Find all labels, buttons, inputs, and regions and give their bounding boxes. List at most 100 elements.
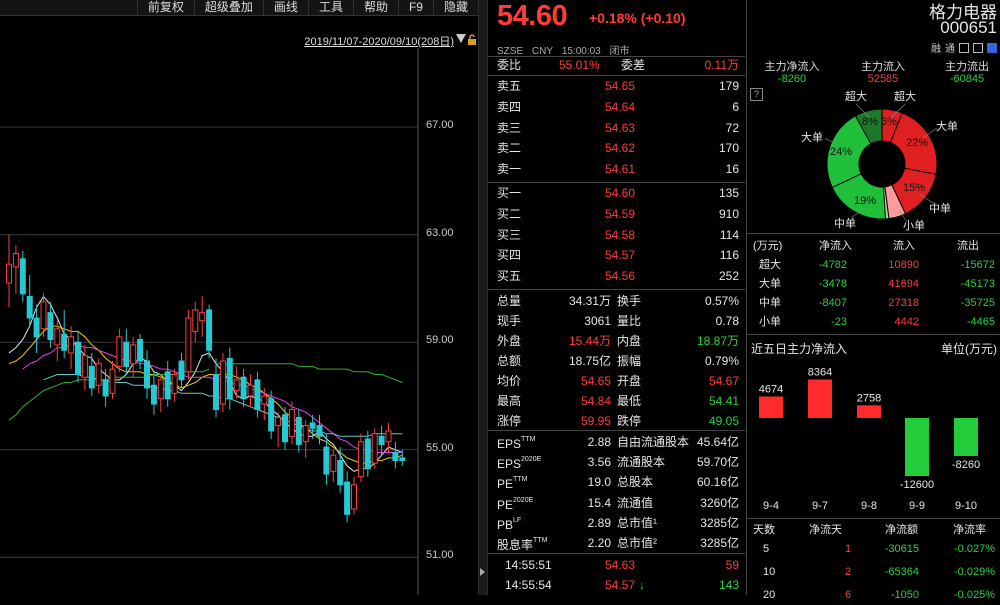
candle[interactable] [68,326,75,370]
candle[interactable] [185,309,192,380]
candle[interactable] [371,428,378,469]
period-table-row: 10 2 -65364 -0.029% [763,566,995,578]
candle[interactable] [233,366,240,399]
toolbar-button-4[interactable]: 帮助 [352,0,398,15]
five-day-date-label: 9-7 [812,500,828,512]
candle[interactable] [247,374,254,407]
fundamental-row: PE2020E 15.4 流通值 3260亿 [497,495,739,512]
candle[interactable] [275,412,282,448]
add-icon[interactable] [987,42,997,53]
donut-label: 中单 [834,217,856,230]
five-day-date-label: 9-8 [861,500,877,512]
window-icon[interactable] [973,42,983,53]
candle[interactable] [330,449,337,483]
divider [487,430,745,431]
toolbar-button-6[interactable]: 隐藏 [432,0,478,15]
book-row[interactable]: 卖四 54.64 6 [497,97,741,117]
candle[interactable] [351,476,357,515]
candle[interactable] [206,304,213,359]
candle[interactable] [19,250,26,302]
candle[interactable] [178,352,185,388]
candle[interactable] [254,371,261,418]
candle[interactable] [81,344,88,391]
candle[interactable] [226,347,233,410]
tick-row[interactable]: 14:55:54 54.57 ↓ 143 [497,575,741,595]
candle[interactable] [88,352,95,396]
candle[interactable] [357,433,364,483]
candle[interactable] [109,361,116,399]
candle[interactable] [26,274,33,327]
y-axis-label: 59.00 [426,334,454,347]
date-range-label[interactable]: 2019/11/07-2020/09/10(208日) [304,33,454,49]
tick-row[interactable]: 14:55:51 54.63 59 [497,555,741,575]
candle[interactable] [213,358,219,418]
stat-row: 现手 3061 量比 0.78 [497,314,739,328]
candle[interactable] [364,430,371,477]
book-row[interactable]: 买一 54.60 135 [497,183,741,203]
toolbar-button-1[interactable]: 超级叠加 [193,0,263,15]
donut-label: 超大 [845,89,867,103]
lock-icon[interactable] [467,34,477,45]
toolbar-button-0[interactable]: 前复权 [136,0,194,15]
candle[interactable] [102,369,109,407]
book-row[interactable]: 卖三 54.63 72 [497,118,741,138]
divider [747,233,1000,234]
flow-value: -60845 [949,73,985,85]
candle[interactable] [157,374,164,413]
candle[interactable] [240,369,247,407]
flow-table-header: (万元) 净流入 流入 流出 [753,240,979,252]
toolbar-button-2[interactable]: 画线 [262,0,308,15]
five-day-bar-label: 4674 [759,383,783,395]
candle[interactable] [295,409,302,453]
candle[interactable] [95,358,102,394]
five-day-bar-label: 2758 [857,392,881,404]
expand-arrow-icon[interactable] [480,568,485,576]
book-row[interactable]: 买二 54.59 910 [497,204,741,224]
candle[interactable] [344,471,351,523]
kline-chart-pane[interactable]: 前复权 超级叠加 画线 工具 帮助 F9 隐藏 2019/11/07-2020/09/10(… [0,0,478,595]
connect-icon[interactable]: 通 [945,40,955,55]
date-range-bar: 2019/11/07-2020/09/10(208日) [0,32,478,48]
book-row[interactable]: 卖一 54.61 16 [497,159,741,179]
candle[interactable] [61,309,68,359]
margin-trading-icon[interactable]: 融 [931,40,941,55]
candle[interactable] [12,245,19,294]
divider [487,553,745,554]
book-row[interactable]: 买五 54.56 252 [497,266,741,286]
five-day-bar-label: 8364 [808,366,832,378]
candle[interactable] [144,350,150,399]
candle[interactable] [192,301,199,343]
period-table-row: 5 1 -30615 -0.027% [763,543,995,555]
candle[interactable] [150,371,157,415]
candle[interactable] [123,328,130,375]
dropdown-triangle-icon[interactable] [456,34,466,43]
book-row[interactable]: 卖二 54.62 170 [497,138,741,158]
flow-table-row: 超大 -4782 10890 -15672 [759,259,995,271]
donut-hole [859,141,905,187]
toolbar-button-3[interactable]: 工具 [307,0,353,15]
candle[interactable] [219,352,226,413]
flow-table-row: 小单 -23 4442 -4465 [759,316,995,328]
five-day-date-label: 9-9 [909,500,925,512]
candle[interactable] [199,296,206,337]
five-day-date-label: 9-10 [955,500,977,512]
candlestick-chart[interactable] [0,48,478,595]
y-axis-label: 55.00 [426,441,454,454]
five-day-bar [905,418,929,476]
candle[interactable] [302,420,309,458]
book-row[interactable]: 买四 54.57 116 [497,245,741,265]
donut-pct-label: 15% [903,182,925,194]
candle[interactable] [6,234,12,308]
candle[interactable] [116,328,123,372]
candle[interactable] [75,331,81,383]
edit-icon[interactable] [959,42,969,53]
book-row[interactable]: 买三 54.58 114 [497,225,741,245]
candle[interactable] [164,361,171,407]
candle[interactable] [378,425,385,456]
book-row[interactable]: 卖五 54.65 179 [497,76,741,96]
candle[interactable] [130,336,137,378]
toolbar-button-5[interactable]: F9 [397,0,433,15]
flow-head: 主力流入 [861,61,905,73]
candle[interactable] [392,441,399,469]
last-price: 54.60 [497,0,568,32]
